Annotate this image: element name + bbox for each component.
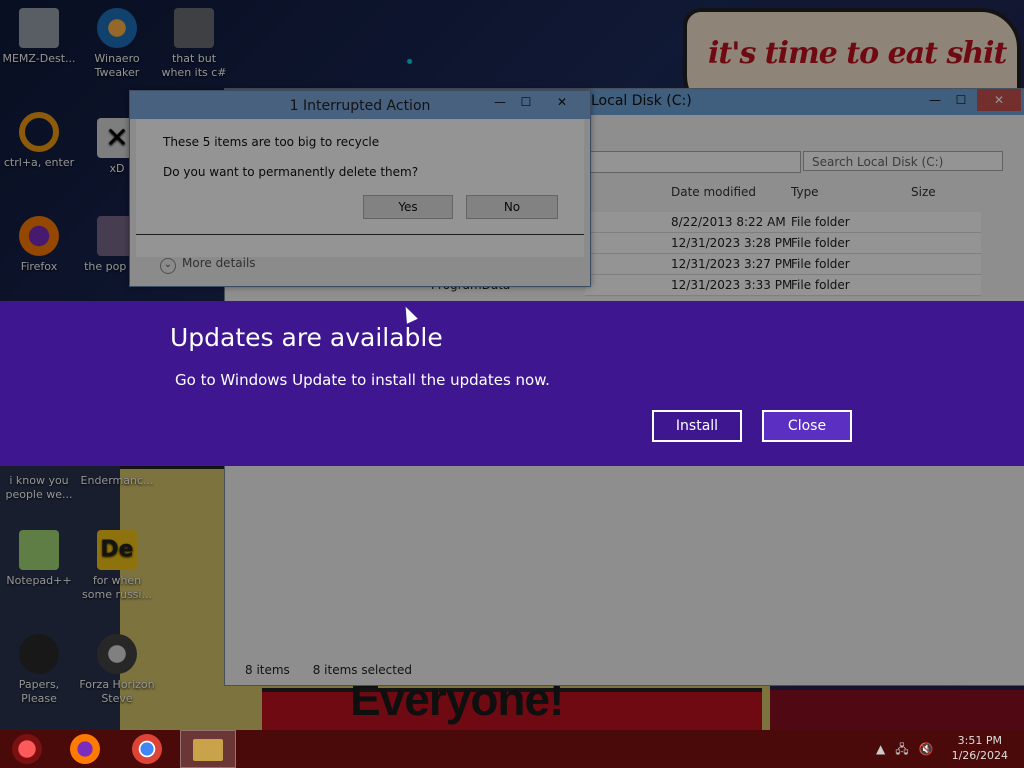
banner-heading: Updates are available bbox=[170, 323, 443, 352]
banner-message: Go to Windows Update to install the upda… bbox=[175, 371, 550, 389]
system-clock[interactable]: 3:51 PM 1/26/2024 bbox=[952, 733, 1008, 763]
folder-icon bbox=[193, 739, 223, 761]
volume-muted-icon[interactable]: 🔇 bbox=[919, 742, 944, 756]
chrome-icon[interactable] bbox=[132, 734, 162, 764]
close-button[interactable]: Close bbox=[762, 410, 852, 442]
taskbar: ▲🖧🔇 3:51 PM 1/26/2024 bbox=[0, 730, 1024, 768]
install-button[interactable]: Install bbox=[652, 410, 742, 442]
start-button[interactable] bbox=[12, 734, 42, 764]
firefox-icon[interactable] bbox=[70, 734, 100, 764]
clock-time: 3:51 PM bbox=[957, 734, 1002, 747]
updates-available-banner: Updates are available Go to Windows Upda… bbox=[0, 301, 1024, 466]
taskbar-explorer-button[interactable] bbox=[180, 730, 236, 768]
system-tray-icons[interactable]: ▲🖧🔇 bbox=[876, 740, 944, 761]
network-icon[interactable]: 🖧 bbox=[895, 742, 918, 756]
show-hidden-icons-icon[interactable]: ▲ bbox=[876, 742, 895, 756]
clock-date: 1/26/2024 bbox=[951, 749, 1008, 762]
